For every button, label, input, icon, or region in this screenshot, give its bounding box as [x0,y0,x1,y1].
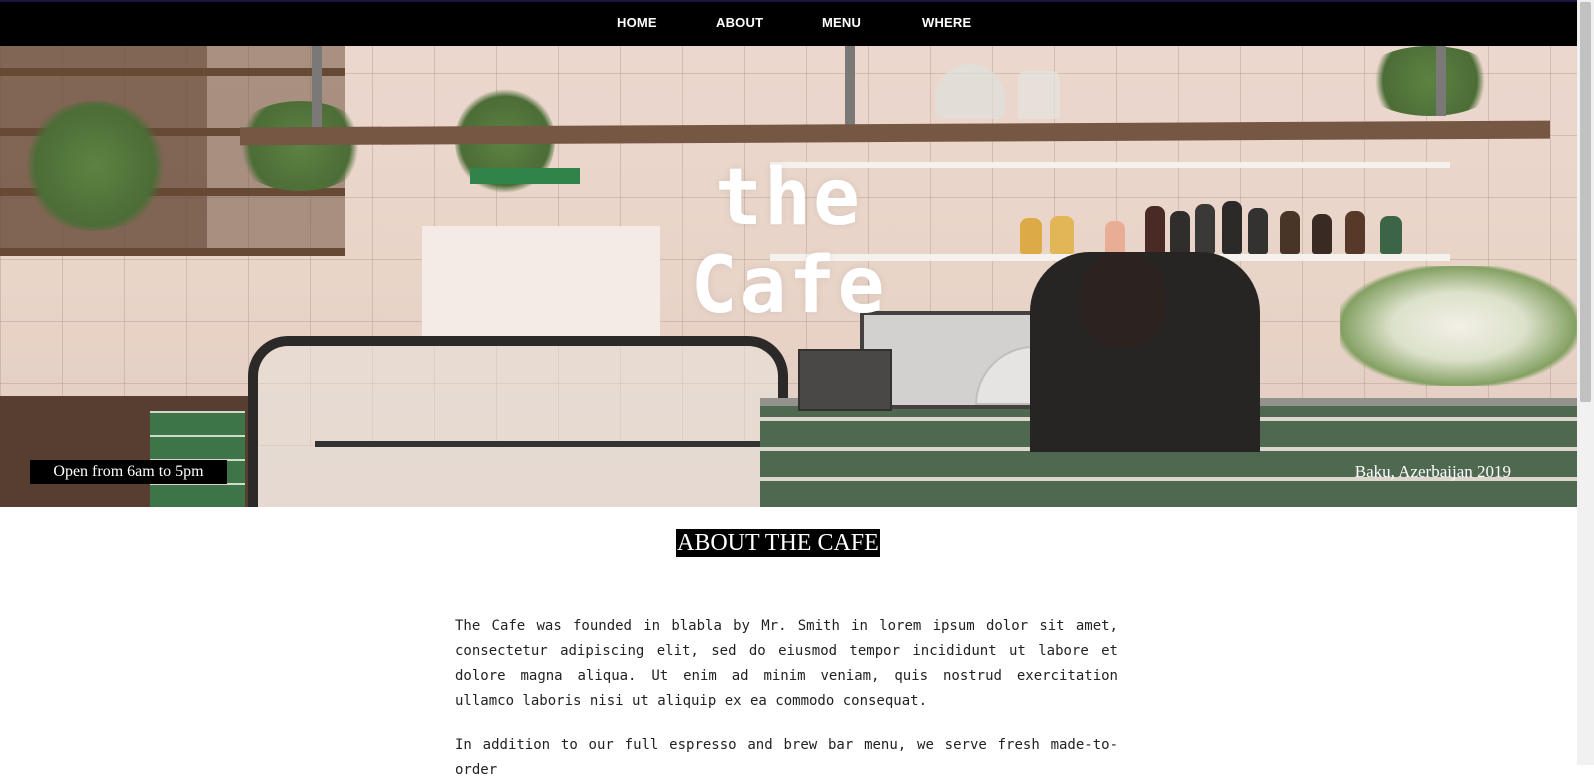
hero-title: the Cafe [0,154,1577,330]
about-paragraph-2: In addition to our full espresso and bre… [455,737,1118,778]
nav-link-about[interactable]: ABOUT [716,15,763,30]
about-paragraph-1: The Cafe was founded in blabla by Mr. Sm… [455,618,1118,709]
hero-banner: the Cafe Open from 6am to 5pm Baku, Azer… [0,46,1577,507]
nav-link-where[interactable]: WHERE [922,15,971,30]
about-heading: ABOUT THE CAFE [676,529,880,557]
nav-link-home[interactable]: HOME [617,15,657,30]
location-caption: Baku, Azerbaijan 2019 [1354,462,1511,481]
hero-title-line-1: the [715,153,862,243]
page-scrollbar-thumb[interactable] [1580,2,1591,402]
opening-hours-badge: Open from 6am to 5pm [30,460,227,484]
hero-title-line-2: Cafe [690,241,887,331]
nav-link-menu[interactable]: MENU [822,15,861,30]
top-navbar: HOME ABOUT MENU WHERE [0,2,1594,46]
